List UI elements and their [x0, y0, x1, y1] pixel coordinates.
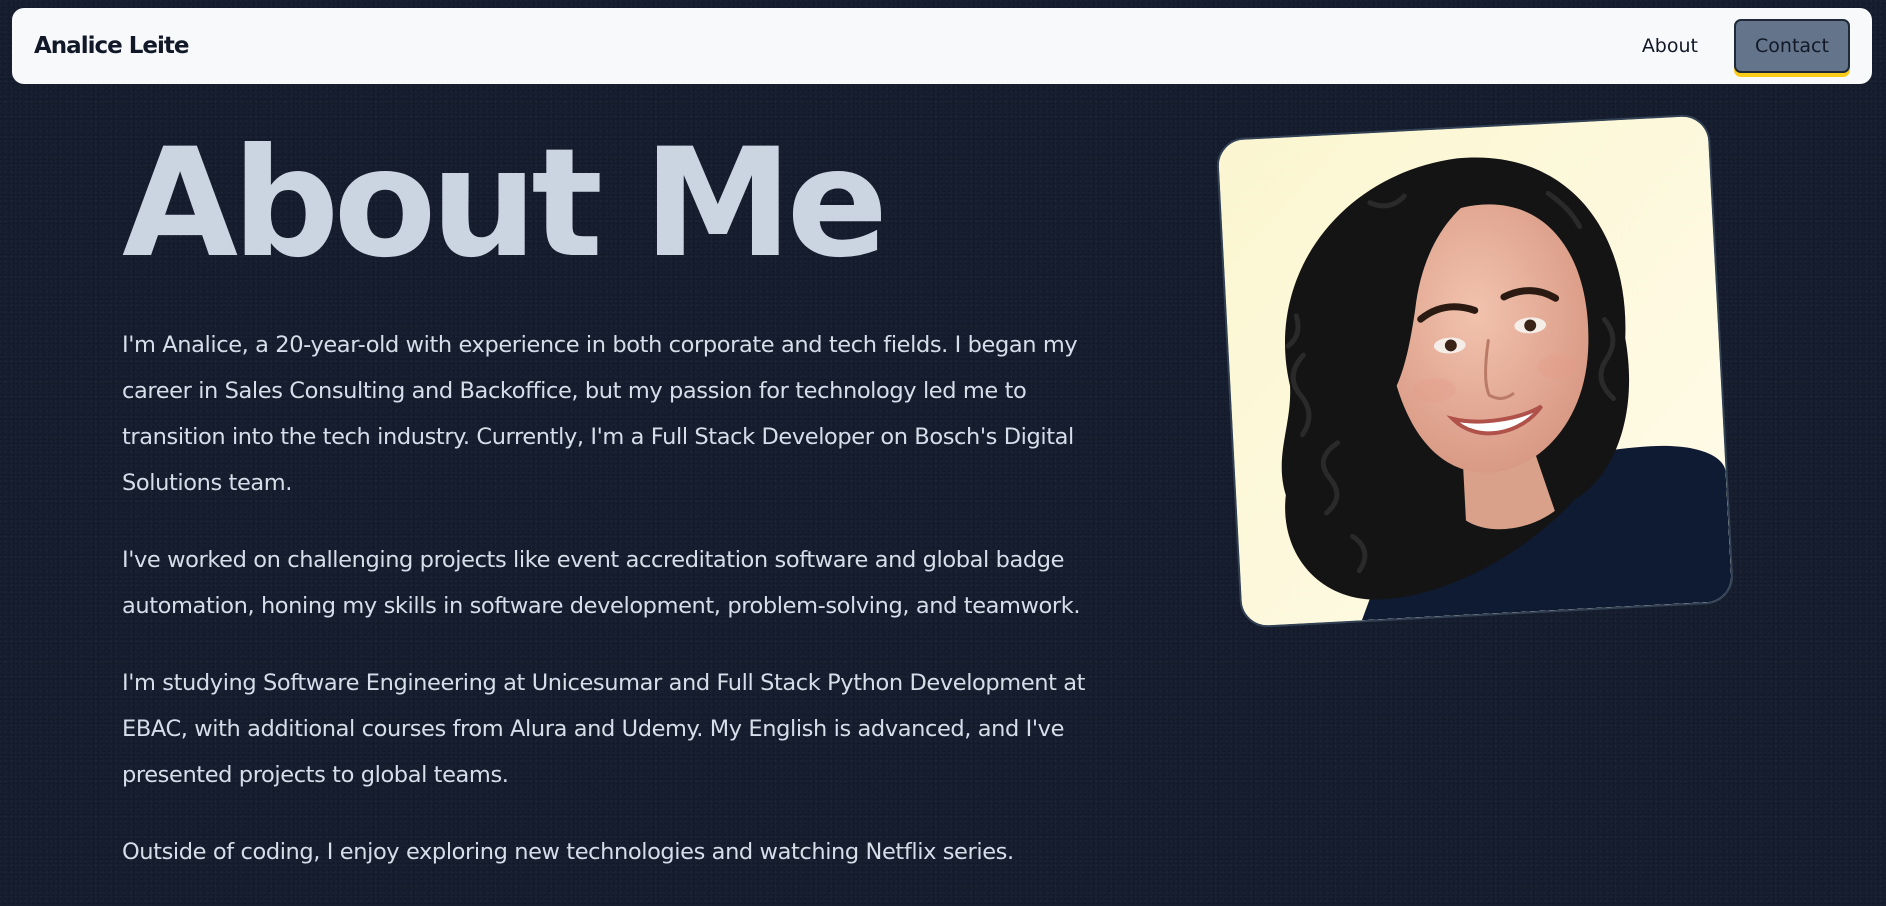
about-paragraph-4: Outside of coding, I enjoy exploring new… — [122, 839, 1014, 865]
nav-about-link[interactable]: About — [1642, 35, 1698, 57]
about-text: I'm Analice, a 20-year-old with experien… — [122, 322, 1122, 906]
portrait-illustration — [1217, 115, 1733, 627]
about-paragraph-1: I'm Analice, a 20-year-old with experien… — [122, 332, 1078, 496]
nav-links: About Contact — [1642, 19, 1850, 73]
navbar: Analice Leite About Contact — [12, 8, 1872, 84]
about-paragraph-2: I've worked on challenging projects like… — [122, 547, 1081, 619]
contact-button[interactable]: Contact — [1734, 19, 1850, 73]
about-paragraph-3: I'm studying Software Engineering at Uni… — [122, 670, 1086, 788]
profile-photo — [1215, 113, 1735, 629]
brand-logo[interactable]: Analice Leite — [34, 33, 189, 59]
page-title: About Me — [122, 117, 888, 291]
